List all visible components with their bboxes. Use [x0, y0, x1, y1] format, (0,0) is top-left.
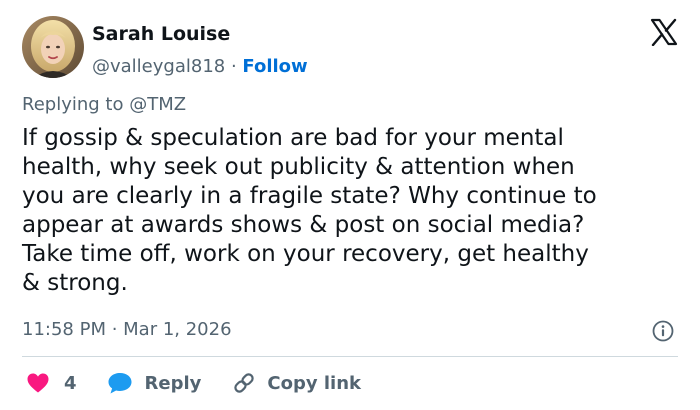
meta-separator: ·: [105, 319, 124, 340]
avatar-image: [22, 16, 84, 78]
handle-separator: ·: [225, 56, 243, 77]
replying-to: Replying to @TMZ: [22, 93, 186, 117]
action-bar: 4 Reply Copy link: [26, 370, 361, 396]
display-name[interactable]: Sarah Louise: [92, 22, 308, 46]
divider: [22, 356, 678, 357]
tweet-meta: 11:58 PM · Mar 1, 2026: [22, 318, 232, 342]
handle-row: @valleygal818 · Follow: [92, 56, 308, 78]
x-logo-icon[interactable]: [650, 18, 678, 47]
avatar[interactable]: [22, 16, 84, 78]
copy-link-label: Copy link: [267, 372, 361, 394]
tweet-date[interactable]: Mar 1, 2026: [123, 319, 231, 340]
follow-button[interactable]: Follow: [242, 56, 307, 77]
speech-bubble-icon: [108, 373, 132, 394]
reply-label: Reply: [144, 372, 202, 394]
tweet-time[interactable]: 11:58 PM: [22, 319, 106, 340]
reply-mention-link[interactable]: @TMZ: [129, 94, 186, 115]
like-count: 4: [64, 372, 77, 394]
user-handle[interactable]: @valleygal818: [92, 56, 225, 77]
tweet-text: If gossip & speculation are bad for your…: [22, 125, 597, 296]
tweet-card: Sarah Louise @valleygal818 · Follow Repl…: [0, 0, 700, 410]
replying-prefix: Replying to: [22, 94, 130, 115]
link-icon: [234, 373, 255, 393]
heart-icon: [27, 373, 49, 393]
reply-button[interactable]: Reply: [107, 371, 232, 395]
copy-link-button[interactable]: Copy link: [231, 371, 361, 395]
info-icon[interactable]: [652, 320, 674, 342]
author-block: Sarah Louise @valleygal818 · Follow: [92, 22, 308, 78]
like-button[interactable]: 4: [26, 372, 107, 394]
